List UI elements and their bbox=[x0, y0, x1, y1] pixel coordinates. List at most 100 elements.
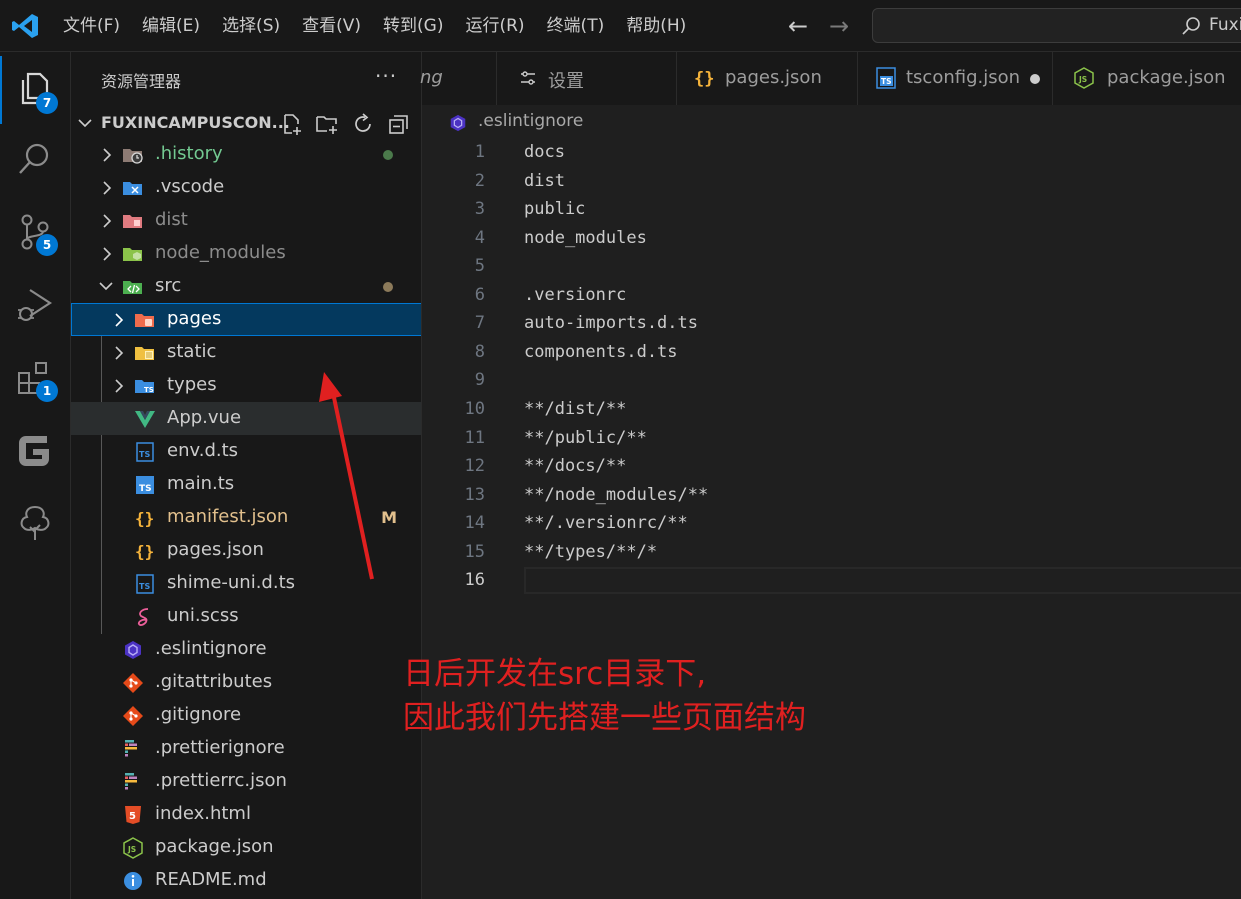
tree-label: static bbox=[167, 341, 217, 362]
svg-text:JS: JS bbox=[1078, 75, 1087, 84]
prettier-file-icon bbox=[125, 740, 137, 757]
code-line[interactable]: 10 **/dist/** bbox=[422, 396, 1241, 424]
tree-folder-pages[interactable]: pages bbox=[71, 303, 421, 336]
tree-file-readme-md[interactable]: README.md bbox=[71, 864, 421, 897]
tree-folder-vscode[interactable]: .vscode bbox=[71, 171, 421, 204]
menu-help[interactable]: 帮助(H) bbox=[615, 0, 697, 52]
activity-bar: 7 5 1 bbox=[0, 52, 71, 899]
tab-partial[interactable]: ng bbox=[420, 52, 497, 105]
menu-file[interactable]: 文件(F) bbox=[52, 0, 131, 52]
refresh-icon[interactable] bbox=[351, 112, 375, 136]
tree-label: pages.json bbox=[167, 539, 264, 560]
activity-gitee[interactable] bbox=[0, 416, 71, 488]
tree-label: App.vue bbox=[167, 407, 242, 428]
code-line[interactable]: 1 docs bbox=[422, 139, 1241, 167]
tree-label: pages bbox=[167, 308, 222, 329]
code-line[interactable]: 13 **/node_modules/** bbox=[422, 482, 1241, 510]
explorer-badge: 7 bbox=[36, 92, 58, 114]
tree-label: .prettierrc.json bbox=[155, 770, 287, 791]
tree-file-env-d-ts[interactable]: TS env.d.ts bbox=[71, 435, 421, 468]
tab-pages-json[interactable]: {} pages.json bbox=[677, 52, 858, 105]
run-debug-icon bbox=[18, 289, 53, 321]
more-actions-icon[interactable]: ··· bbox=[375, 64, 397, 88]
menu-edit[interactable]: 编辑(E) bbox=[131, 0, 211, 52]
menu-go[interactable]: 转到(G) bbox=[372, 0, 454, 52]
tab-package-json[interactable]: JS package.json bbox=[1053, 52, 1241, 105]
back-arrow-icon[interactable]: ← bbox=[788, 12, 808, 40]
project-header[interactable]: FUXINCAMPUSCON... bbox=[71, 107, 421, 140]
code-text: public bbox=[524, 199, 586, 220]
sidebar-title: 资源管理器 bbox=[101, 72, 182, 91]
line-number: 4 bbox=[474, 227, 485, 248]
tree-file-uni-scss[interactable]: uni.scss bbox=[71, 600, 421, 633]
tree-folder-types[interactable]: TS types bbox=[71, 369, 421, 402]
tree-file-pages-json[interactable]: {} pages.json bbox=[71, 534, 421, 567]
modified-dot-icon[interactable] bbox=[1030, 74, 1040, 84]
command-center[interactable]: Fuxi bbox=[872, 8, 1241, 43]
code-line[interactable]: 15 **/types/**/* bbox=[422, 539, 1241, 567]
extensions-badge: 1 bbox=[36, 380, 58, 402]
activity-explorer[interactable]: 7 bbox=[0, 52, 71, 124]
tab-label: pages.json bbox=[725, 67, 822, 88]
code-line[interactable]: 7 auto-imports.d.ts bbox=[422, 310, 1241, 338]
code-line[interactable]: 12 **/docs/** bbox=[422, 453, 1241, 481]
menu-run[interactable]: 运行(R) bbox=[454, 0, 535, 52]
new-folder-icon[interactable] bbox=[315, 112, 339, 136]
tree-file-package-json[interactable]: JS package.json bbox=[71, 831, 421, 864]
tree-file-prettierignore[interactable]: .prettierignore bbox=[71, 732, 421, 765]
code-text: **/.versionrc/** bbox=[524, 513, 688, 534]
activity-run-debug[interactable] bbox=[0, 270, 71, 342]
activity-extensions[interactable]: 1 bbox=[0, 344, 71, 416]
tree-folder-dist[interactable]: dist bbox=[71, 204, 421, 237]
code-line[interactable]: 9 bbox=[422, 367, 1241, 395]
tree-file-main-ts[interactable]: TS main.ts bbox=[71, 468, 421, 501]
menu-terminal[interactable]: 终端(T) bbox=[536, 0, 616, 52]
git-file-icon bbox=[123, 673, 143, 693]
tree-folder-src[interactable]: src bbox=[71, 270, 421, 303]
svg-text:TS: TS bbox=[881, 77, 892, 86]
code-line[interactable]: 3 public bbox=[422, 196, 1241, 224]
new-file-icon[interactable] bbox=[280, 112, 304, 136]
tree-icon bbox=[20, 505, 50, 540]
vue-file-icon bbox=[135, 411, 155, 428]
code-line[interactable]: 4 node_modules bbox=[422, 225, 1241, 253]
code-line[interactable]: 14 **/.versionrc/** bbox=[422, 510, 1241, 538]
activity-search[interactable] bbox=[0, 124, 71, 196]
tab-tsconfig-json[interactable]: TS tsconfig.json bbox=[858, 52, 1053, 105]
forward-arrow-icon[interactable]: → bbox=[829, 12, 849, 40]
tree-file-shime-uni-d-ts[interactable]: TS shime-uni.d.ts bbox=[71, 567, 421, 600]
project-name: FUXINCAMPUSCON... bbox=[101, 113, 290, 132]
code-line[interactable]: 2 dist bbox=[422, 168, 1241, 196]
tree-file-gitignore[interactable]: .gitignore bbox=[71, 699, 421, 732]
activity-source-control[interactable]: 5 bbox=[0, 197, 71, 269]
tab-label: ng bbox=[420, 67, 443, 88]
tree-file-index-html[interactable]: 5 index.html bbox=[71, 798, 421, 831]
ts-definition-icon: TS bbox=[136, 442, 154, 462]
tree-file-manifest-json[interactable]: {} manifest.json M bbox=[71, 501, 421, 534]
collapse-all-icon[interactable] bbox=[387, 112, 411, 136]
tree-file-prettierrc-json[interactable]: .prettierrc.json bbox=[71, 765, 421, 798]
tree-file-app-vue[interactable]: App.vue bbox=[71, 402, 421, 435]
svg-text:TS: TS bbox=[144, 386, 154, 394]
code-line[interactable]: 8 components.d.ts bbox=[422, 339, 1241, 367]
line-number: 9 bbox=[474, 370, 485, 391]
tree-folder-static[interactable]: static bbox=[71, 336, 421, 369]
tree-folder-node-modules[interactable]: node_modules bbox=[71, 237, 421, 270]
menu-selection[interactable]: 选择(S) bbox=[211, 0, 291, 52]
line-number: 7 bbox=[474, 313, 485, 334]
tree-folder-history[interactable]: .history bbox=[71, 138, 421, 171]
tree-label: .eslintignore bbox=[155, 638, 267, 659]
tree-file-eslintignore[interactable]: .eslintignore bbox=[71, 633, 421, 666]
code-line[interactable]: 16 bbox=[422, 567, 1241, 595]
code-line[interactable]: 5 bbox=[422, 253, 1241, 281]
code-text: **/types/**/* bbox=[524, 541, 658, 562]
chevron-right-icon bbox=[103, 148, 112, 162]
tab-settings[interactable]: 设置 bbox=[497, 52, 677, 105]
code-line[interactable]: 11 **/public/** bbox=[422, 425, 1241, 453]
code-line[interactable]: 6 .versionrc bbox=[422, 282, 1241, 310]
code-editor[interactable]: .eslintignore 1 docs 2 dist 3 public 4 node_mod… bbox=[422, 105, 1241, 899]
menu-view[interactable]: 查看(V) bbox=[291, 0, 372, 52]
activity-tree[interactable] bbox=[0, 488, 71, 560]
history-folder-icon bbox=[123, 149, 143, 164]
tree-file-gitattributes[interactable]: .gitattributes bbox=[71, 666, 421, 699]
